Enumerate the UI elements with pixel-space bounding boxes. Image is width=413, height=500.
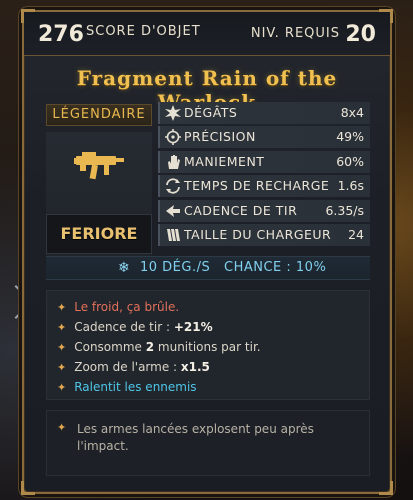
card-corner — [21, 481, 35, 495]
stat-value: 8x4 — [340, 105, 364, 120]
stat-label: DÉGÂTS — [184, 105, 238, 120]
rarity-badge: LÉGENDAIRE — [46, 104, 152, 126]
perk-value: +21% — [173, 320, 213, 334]
sparkle-icon: ✦ — [57, 301, 67, 314]
stat-value: 60% — [336, 153, 364, 169]
perks-panel: ✦ Le froid, ça brûle. ✦ Cadence de tir : +… — [46, 290, 370, 400]
stat-label: CADENCE DE TIR — [184, 202, 298, 218]
flavor-panel: ✦ Les armes lancées explosent peu après … — [46, 410, 370, 476]
level-required-label: NIV. REQUIS — [250, 26, 340, 41]
level-required: 20 — [345, 22, 376, 47]
reload-icon — [164, 177, 182, 195]
item-score: 276 — [38, 22, 84, 47]
item-score-label: SCORE D'OBJET — [86, 24, 201, 39]
stats-list: DÉGÂTS 8x4 PRÉCISION 49% MANIEMENT 60% T… — [158, 102, 370, 248]
brand-name: FERIORE — [60, 224, 138, 243]
stat-row-handling: MANIEMENT 60% — [158, 150, 370, 173]
perk-line: ✦ Ralentit les ennemis — [57, 379, 197, 395]
sparkle-icon: ✦ — [57, 321, 67, 334]
flavor-text: Les armes lancées explosent peu après l'… — [77, 422, 314, 453]
perk-text: Cadence de tir : — [74, 320, 174, 334]
smg-weapon-icon — [74, 152, 124, 180]
damage-icon — [164, 104, 182, 122]
item-header-bar: 276 SCORE D'OBJET NIV. REQUIS 20 — [24, 12, 390, 56]
perk-text: munitions par tir. — [154, 340, 261, 354]
perk-text: Consomme — [74, 340, 146, 354]
perk-value: x1.5 — [180, 360, 210, 374]
perk-line: ✦ Le froid, ça brûle. — [57, 299, 179, 315]
perk-text: Zoom de l'arme : — [74, 360, 181, 374]
sparkle-icon: ✦ — [57, 341, 67, 354]
stat-row-magazine: TAILLE DU CHARGEUR 24 — [158, 223, 370, 246]
card-corner — [379, 481, 393, 495]
stat-row-fire-rate: CADENCE DE TIR 6.35/s — [158, 199, 370, 222]
stat-label: TAILLE DU CHARGEUR — [184, 226, 332, 242]
perk-line: ✦ Consomme 2 munitions par tir. — [57, 339, 261, 355]
perk-text: Le froid, ça brûle. — [74, 300, 180, 314]
perk-value: 2 — [145, 340, 155, 354]
item-name: Fragment Rain of the Warlock — [76, 66, 338, 114]
elemental-damage: 10 DÉG./S — [140, 260, 211, 275]
stat-row-reload: TEMPS DE RECHARGE 1.6s — [158, 175, 370, 198]
stat-row-accuracy: PRÉCISION 49% — [158, 126, 370, 149]
magazine-icon — [164, 226, 182, 244]
perk-line: ✦ Cadence de tir : +21% — [57, 319, 213, 335]
sparkle-icon: ✦ — [57, 421, 67, 434]
accuracy-icon — [164, 128, 182, 146]
perk-line: ✦ Zoom de l'arme : x1.5 — [57, 359, 210, 375]
stat-value: 6.35/s — [325, 202, 364, 218]
snowflake-icon: ❄ — [118, 260, 130, 276]
sparkle-icon: ✦ — [57, 381, 67, 394]
sparkle-icon: ✦ — [57, 361, 67, 374]
stat-value: 1.6s — [337, 178, 364, 194]
stat-label: PRÉCISION — [184, 129, 256, 145]
stat-value: 49% — [336, 129, 364, 145]
stat-label: MANIEMENT — [184, 153, 265, 169]
stat-label: TEMPS DE RECHARGE — [184, 178, 330, 194]
item-card: 276 SCORE D'OBJET NIV. REQUIS 20 Fragmen… — [21, 9, 393, 495]
fire-rate-icon — [164, 202, 182, 220]
handling-icon — [164, 153, 182, 171]
elemental-bar: ❄ 10 DÉG./S CHANCE : 10% — [46, 256, 370, 280]
brand-logo: FERIORE — [46, 214, 152, 254]
stat-row-damage: DÉGÂTS 8x4 — [158, 102, 370, 124]
elemental-chance: CHANCE : 10% — [224, 260, 327, 275]
stat-value: 24 — [348, 226, 364, 242]
perk-text: Ralentit les ennemis — [74, 380, 197, 394]
